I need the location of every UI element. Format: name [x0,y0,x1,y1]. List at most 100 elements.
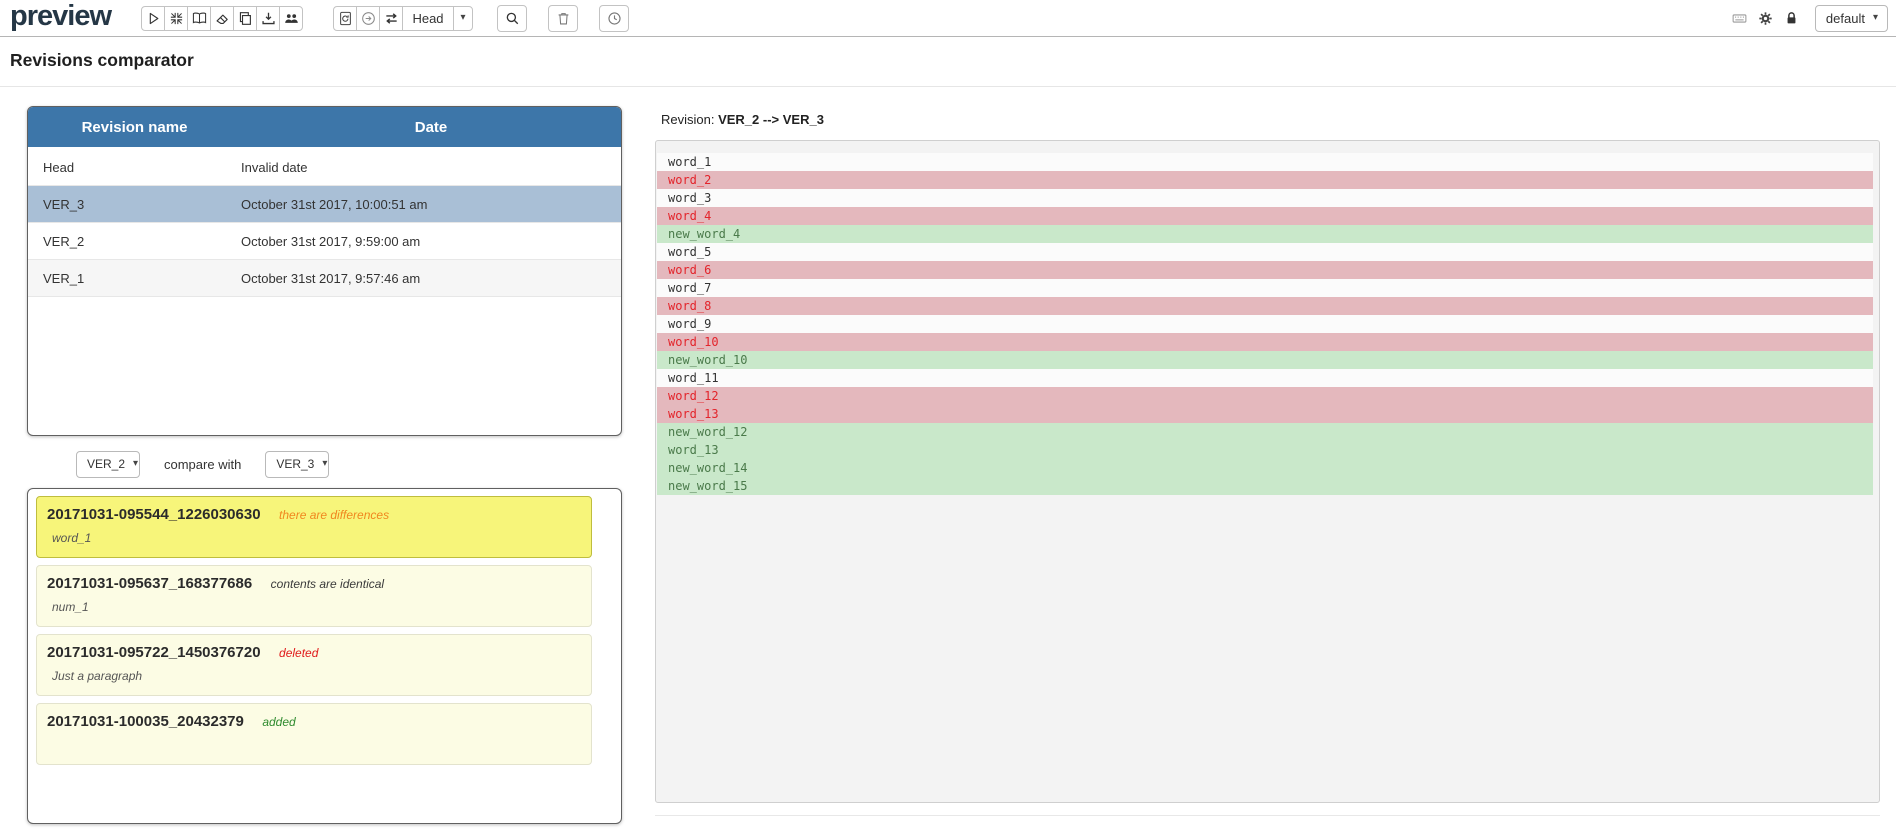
document-status: deleted [279,646,318,660]
documents-list: 20171031-095544_1226030630 there are dif… [27,488,622,824]
diff-line: word_2 [657,171,1873,189]
diff-line-text: word_13 [668,407,719,421]
eraser-icon [215,11,230,26]
circle-arrow-button[interactable] [356,6,380,31]
table-row[interactable]: VER_3 October 31st 2017, 10:00:51 am [28,186,621,223]
caret-down-icon: ▾ [460,13,465,23]
table-row[interactable]: Head Invalid date [28,149,621,186]
document-id: 20171031-095544_1226030630 [47,506,261,523]
keyboard-icon [1732,11,1747,26]
document-status: contents are identical [271,577,384,591]
circle-arrow-icon [361,11,376,26]
diff-line-text: new_word_12 [668,425,747,439]
diff-line-text: word_6 [668,263,711,277]
eraser-button[interactable] [210,6,234,31]
compare-controls: VER_2 ▾ compare with VER_3 ▾ [76,450,622,478]
clock-button[interactable] [599,5,629,32]
diff-line: word_4 [657,207,1873,225]
gear-icon [1758,11,1773,26]
users-button[interactable] [279,6,303,31]
diff-line: new_word_14 [657,459,1873,477]
document-item-head: 20171031-095637_168377686 contents are i… [47,575,581,593]
profile-select[interactable]: default ▾ [1815,5,1888,32]
diff-line-text: word_7 [668,281,711,295]
diff-header-value: VER_2 --> VER_3 [718,112,824,127]
document-item[interactable]: 20171031-095722_1450376720 deleted Just … [36,634,592,696]
gear-button[interactable] [1755,6,1777,30]
copy-icon [238,11,253,26]
play-icon [146,11,161,26]
document-label: word_1 [52,531,581,545]
play-button[interactable] [141,6,165,31]
doc-refresh-button[interactable] [333,6,357,31]
main-content: Revision name Date Head Invalid date VER… [0,87,1896,824]
swap-button[interactable] [379,6,403,31]
trash-button[interactable] [548,5,578,32]
caret-down-icon: ▾ [322,459,327,469]
diff-line-text: word_12 [668,389,719,403]
revision-date-cell: Invalid date [241,160,621,175]
column-header-date[interactable]: Date [241,107,621,147]
right-column: Revision: VER_2 --> VER_3 word_1 word_2 … [655,87,1880,816]
lock-button[interactable] [1781,6,1803,30]
compare-source-select[interactable]: VER_2 ▾ [76,451,140,478]
download-icon [261,11,276,26]
diff-line: word_5 [657,243,1873,261]
diff-line-text: new_word_4 [668,227,740,241]
top-toolbar: preview Head ▾ default ▾ [0,0,1896,37]
download-button[interactable] [256,6,280,31]
book-icon [192,11,207,26]
lock-icon [1784,11,1799,26]
document-id: 20171031-095637_168377686 [47,575,252,592]
toolbar-right-icons [1729,6,1803,30]
compress-icon [169,11,184,26]
diff-line: word_8 [657,297,1873,315]
swap-icon [384,11,399,26]
revisions-table-header: Revision name Date [28,107,621,149]
diff-line-text: word_11 [668,371,719,385]
document-status: added [262,715,295,729]
keyboard-button[interactable] [1729,6,1751,30]
caret-down-icon: ▾ [1873,13,1878,23]
book-button[interactable] [187,6,211,31]
document-label [52,738,581,752]
diff-line-text: new_word_14 [668,461,747,475]
bottom-divider [655,815,1880,816]
diff-line-text: word_4 [668,209,711,223]
diff-line: word_10 [657,333,1873,351]
document-label: num_1 [52,600,581,614]
copy-button[interactable] [233,6,257,31]
document-item[interactable]: 20171031-100035_20432379 added [36,703,592,765]
diff-line: word_13 [657,441,1873,459]
diff-line-text: word_2 [668,173,711,187]
diff-line: word_6 [657,261,1873,279]
diff-line: word_13 [657,405,1873,423]
compare-source-value: VER_2 [87,457,125,471]
diff-line: new_word_12 [657,423,1873,441]
document-id: 20171031-100035_20432379 [47,713,244,730]
document-item[interactable]: 20171031-095544_1226030630 there are dif… [36,496,592,558]
table-row[interactable]: VER_1 October 31st 2017, 9:57:46 am [28,260,621,297]
head-select-caret[interactable]: ▾ [453,6,473,31]
column-header-revision-name[interactable]: Revision name [28,107,241,147]
left-column: Revision name Date Head Invalid date VER… [27,87,622,824]
document-item[interactable]: 20171031-095637_168377686 contents are i… [36,565,592,627]
revision-name-cell: Head [28,160,241,175]
revision-date-cell: October 31st 2017, 10:00:51 am [241,197,621,212]
diff-line-text: word_10 [668,335,719,349]
document-item-head: 20171031-095722_1450376720 deleted [47,644,581,662]
users-icon [284,11,299,26]
compress-button[interactable] [164,6,188,31]
diff-line: new_word_4 [657,225,1873,243]
diff-line-text: word_8 [668,299,711,313]
search-icon [505,11,520,26]
search-button[interactable] [497,5,527,32]
compare-target-select[interactable]: VER_3 ▾ [265,451,329,478]
document-item-head: 20171031-100035_20432379 added [47,713,581,731]
table-row[interactable]: VER_2 October 31st 2017, 9:59:00 am [28,223,621,260]
diff-line-text: word_1 [668,155,711,169]
head-select[interactable]: Head [402,6,454,31]
clock-icon [607,11,622,26]
revisions-table: Revision name Date Head Invalid date VER… [27,106,622,436]
diff-line-text: word_9 [668,317,711,331]
